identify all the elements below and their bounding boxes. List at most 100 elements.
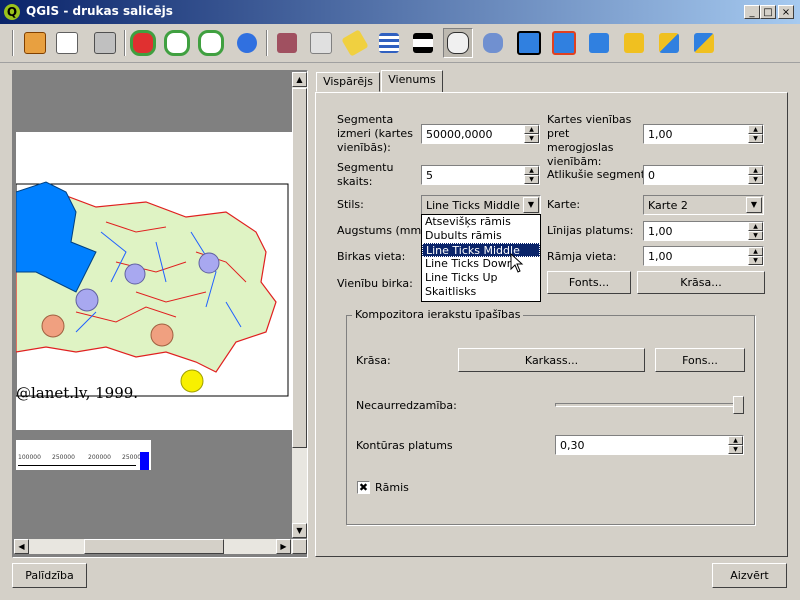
spin-up-icon[interactable]: ▲ bbox=[524, 125, 539, 134]
horizontal-scroll-thumb[interactable] bbox=[84, 539, 224, 554]
raise-icon[interactable] bbox=[584, 28, 614, 58]
spin-down-icon[interactable]: ▼ bbox=[524, 175, 539, 184]
line-width-spinbox[interactable]: 1,00 ▲ ▼ bbox=[643, 221, 764, 241]
scroll-right-button[interactable]: ▶ bbox=[276, 539, 291, 554]
opacity-slider-thumb[interactable] bbox=[733, 396, 744, 414]
zoom-full-icon[interactable] bbox=[128, 28, 158, 58]
frame-space-label: Rāmja vieta: bbox=[547, 250, 617, 263]
chevron-down-icon[interactable]: ▼ bbox=[746, 197, 762, 213]
export-svg-icon[interactable] bbox=[52, 28, 82, 58]
spin-arrows[interactable]: ▲ ▼ bbox=[524, 125, 539, 143]
scale-tick-label: 250000 bbox=[52, 454, 75, 461]
frame-space-spinbox[interactable]: 1,00 ▲ ▼ bbox=[643, 246, 764, 266]
unit-label-label: Vienību birka: bbox=[337, 277, 413, 290]
spin-up-icon[interactable]: ▲ bbox=[748, 247, 763, 256]
scroll-left-button[interactable]: ◀ bbox=[14, 539, 29, 554]
style-value: Line Ticks Middle bbox=[426, 199, 520, 212]
select-move-icon[interactable] bbox=[443, 28, 473, 58]
send-bottom-icon[interactable] bbox=[689, 28, 719, 58]
opacity-label: Necaurredzamība: bbox=[356, 399, 457, 412]
font-button[interactable]: Fonts... bbox=[547, 271, 631, 294]
style-combobox[interactable]: Line Ticks Middle ▼ bbox=[421, 195, 541, 215]
map-label: Karte: bbox=[547, 198, 581, 211]
left-segments-spinbox[interactable]: 0 ▲ ▼ bbox=[643, 165, 764, 185]
close-window-button[interactable]: × bbox=[778, 5, 794, 19]
spin-arrows[interactable]: ▲ ▼ bbox=[748, 125, 763, 143]
composer-page[interactable]: @lanet.lv, 1999. bbox=[15, 132, 301, 430]
spin-down-icon[interactable]: ▼ bbox=[748, 231, 763, 240]
zoom-in-icon[interactable] bbox=[162, 28, 192, 58]
map-value: Karte 2 bbox=[648, 199, 688, 212]
left-segments-label: Atlikušie segmenti: bbox=[547, 168, 652, 181]
add-image-icon[interactable] bbox=[306, 28, 336, 58]
opacity-slider-track[interactable] bbox=[555, 403, 743, 407]
selection-handle[interactable] bbox=[140, 452, 149, 470]
tab-item[interactable]: Vienums bbox=[381, 70, 443, 93]
segments-spinbox[interactable]: 5 ▲ ▼ bbox=[421, 165, 540, 185]
ungroup-icon[interactable] bbox=[549, 28, 579, 58]
spin-up-icon[interactable]: ▲ bbox=[524, 166, 539, 175]
map-credit-text: @lanet.lv, 1999. bbox=[16, 384, 139, 402]
add-scalebar-icon[interactable] bbox=[408, 28, 438, 58]
toolbar-separator bbox=[12, 30, 14, 56]
close-button[interactable]: Aizvērt bbox=[712, 563, 787, 588]
maximize-button[interactable]: □ bbox=[760, 5, 776, 19]
add-vector-icon[interactable] bbox=[272, 28, 302, 58]
map-combobox[interactable]: Karte 2 ▼ bbox=[643, 195, 764, 215]
spin-arrows[interactable]: ▲ ▼ bbox=[728, 436, 743, 454]
style-option[interactable]: Atsevišķs rāmis bbox=[422, 215, 540, 229]
spin-arrows[interactable]: ▲ ▼ bbox=[748, 166, 763, 184]
scroll-up-button[interactable]: ▲ bbox=[292, 72, 307, 87]
outline-width-spinbox[interactable]: 0,30 ▲ ▼ bbox=[555, 435, 744, 455]
spin-up-icon[interactable]: ▲ bbox=[748, 222, 763, 231]
group-icon[interactable] bbox=[514, 28, 544, 58]
zoom-out-icon[interactable] bbox=[196, 28, 226, 58]
frame-space-value: 1,00 bbox=[648, 250, 673, 263]
line-width-label: Līnijas platums: bbox=[547, 224, 634, 237]
vertical-scroll-thumb[interactable] bbox=[292, 88, 307, 448]
bring-top-icon[interactable] bbox=[654, 28, 684, 58]
background-color-button[interactable]: Fons... bbox=[655, 348, 745, 372]
toolbar-separator bbox=[124, 30, 126, 56]
refresh-icon[interactable] bbox=[232, 28, 262, 58]
height-label: Augstums (mm): bbox=[337, 224, 430, 237]
help-button[interactable]: Palīdzība bbox=[12, 563, 87, 588]
toolbar bbox=[0, 24, 800, 63]
lower-icon[interactable] bbox=[619, 28, 649, 58]
spin-down-icon[interactable]: ▼ bbox=[524, 134, 539, 143]
scalebar-item[interactable]: 100000 250000 200000 250000 bbox=[16, 440, 151, 470]
map-units-spinbox[interactable]: 1,00 ▲ ▼ bbox=[643, 124, 764, 144]
spin-down-icon[interactable]: ▼ bbox=[748, 175, 763, 184]
scroll-down-button[interactable]: ▼ bbox=[292, 523, 307, 538]
segment-size-spinbox[interactable]: 50000,0000 ▲ ▼ bbox=[421, 124, 540, 144]
scale-line bbox=[18, 465, 136, 466]
add-label-icon[interactable] bbox=[340, 28, 370, 58]
add-map-icon[interactable] bbox=[20, 28, 50, 58]
spin-up-icon[interactable]: ▲ bbox=[748, 166, 763, 175]
spin-arrows[interactable]: ▲ ▼ bbox=[748, 247, 763, 265]
color-button[interactable]: Krāsa... bbox=[637, 271, 765, 294]
style-option[interactable]: Dubults rāmis bbox=[422, 229, 540, 243]
minimize-button[interactable]: _ bbox=[744, 5, 760, 19]
tab-general[interactable]: Vispārējs bbox=[316, 72, 380, 92]
move-content-icon[interactable] bbox=[478, 28, 508, 58]
line-width-value: 1,00 bbox=[648, 225, 673, 238]
spin-down-icon[interactable]: ▼ bbox=[748, 134, 763, 143]
frame-color-button[interactable]: Karkass... bbox=[458, 348, 645, 372]
scale-tick-label: 200000 bbox=[88, 454, 111, 461]
spin-arrows[interactable]: ▲ ▼ bbox=[524, 166, 539, 184]
segments-value: 5 bbox=[426, 169, 433, 182]
left-segments-value: 0 bbox=[648, 169, 655, 182]
spin-down-icon[interactable]: ▼ bbox=[728, 445, 743, 454]
add-legend-icon[interactable] bbox=[374, 28, 404, 58]
frame-checkbox[interactable]: ✖ bbox=[357, 481, 370, 494]
scale-tick-label: 100000 bbox=[18, 454, 41, 461]
style-option[interactable]: Skaitlisks bbox=[422, 285, 540, 299]
spin-down-icon[interactable]: ▼ bbox=[748, 256, 763, 265]
spin-arrows[interactable]: ▲ ▼ bbox=[748, 222, 763, 240]
spin-up-icon[interactable]: ▲ bbox=[728, 436, 743, 445]
spin-up-icon[interactable]: ▲ bbox=[748, 125, 763, 134]
chevron-down-icon[interactable]: ▼ bbox=[523, 197, 539, 213]
print-icon[interactable] bbox=[90, 28, 120, 58]
frame-checkbox-label: Rāmis bbox=[375, 481, 409, 494]
